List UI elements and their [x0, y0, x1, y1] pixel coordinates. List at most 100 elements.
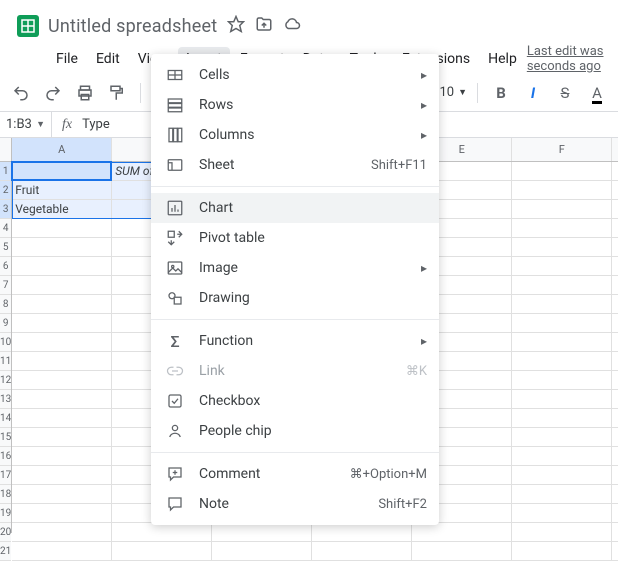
- col-header[interactable]: G: [612, 138, 618, 161]
- cell[interactable]: [612, 466, 618, 485]
- cell[interactable]: [12, 371, 112, 390]
- cell[interactable]: [512, 371, 612, 390]
- select-all-corner[interactable]: [0, 138, 11, 162]
- cell[interactable]: [12, 466, 112, 485]
- cell[interactable]: [12, 542, 112, 561]
- star-icon[interactable]: [227, 15, 245, 37]
- cell[interactable]: [612, 200, 618, 219]
- cell[interactable]: [612, 238, 618, 257]
- cell[interactable]: [612, 314, 618, 333]
- undo-button[interactable]: [8, 80, 34, 106]
- paint-format-button[interactable]: [104, 80, 130, 106]
- row-header[interactable]: 6: [0, 257, 11, 276]
- row-header[interactable]: 14: [0, 409, 11, 428]
- cell[interactable]: Type: [12, 162, 112, 181]
- cell[interactable]: [512, 390, 612, 409]
- cell[interactable]: [212, 542, 312, 561]
- cell[interactable]: [12, 447, 112, 466]
- insert-chart[interactable]: Chart: [151, 193, 439, 223]
- cell[interactable]: [12, 257, 112, 276]
- row-header[interactable]: 7: [0, 276, 11, 295]
- cell[interactable]: [12, 333, 112, 352]
- cell[interactable]: [512, 466, 612, 485]
- insert-sheet[interactable]: Sheet Shift+F11: [151, 150, 439, 180]
- insert-image[interactable]: Image ▸: [151, 253, 439, 283]
- row-header[interactable]: 1: [0, 162, 11, 181]
- fontsize-select[interactable]: 10▼: [439, 85, 467, 100]
- row-header[interactable]: 3: [0, 200, 11, 219]
- row-header[interactable]: 4: [0, 219, 11, 238]
- cell[interactable]: [12, 409, 112, 428]
- insert-function[interactable]: Σ Function ▸: [151, 326, 439, 356]
- col-header[interactable]: A: [12, 138, 112, 161]
- last-edit-link[interactable]: Last edit was seconds ago: [527, 44, 610, 74]
- row-header[interactable]: 11: [0, 352, 11, 371]
- cell[interactable]: [12, 314, 112, 333]
- insert-pivot[interactable]: Pivot table: [151, 223, 439, 253]
- row-header[interactable]: 10: [0, 333, 11, 352]
- cell[interactable]: [512, 276, 612, 295]
- cell[interactable]: [12, 276, 112, 295]
- cell[interactable]: [512, 333, 612, 352]
- cell[interactable]: [612, 542, 618, 561]
- doc-title[interactable]: Untitled spreadsheet: [48, 16, 217, 37]
- row-header[interactable]: 2: [0, 181, 11, 200]
- cloud-status-icon[interactable]: [283, 15, 301, 37]
- cell[interactable]: [12, 485, 112, 504]
- cell[interactable]: [12, 238, 112, 257]
- insert-comment[interactable]: Comment ⌘+Option+M: [151, 459, 439, 489]
- cell[interactable]: [512, 238, 612, 257]
- cell[interactable]: [612, 333, 618, 352]
- menu-file[interactable]: File: [48, 47, 86, 71]
- insert-checkbox[interactable]: Checkbox: [151, 386, 439, 416]
- row-header[interactable]: 17: [0, 466, 11, 485]
- cell[interactable]: [512, 485, 612, 504]
- cell[interactable]: [512, 314, 612, 333]
- bold-button[interactable]: B: [488, 80, 514, 106]
- cell[interactable]: [612, 371, 618, 390]
- cell[interactable]: [612, 181, 618, 200]
- row-header[interactable]: 13: [0, 390, 11, 409]
- name-box[interactable]: 1:B3▼: [0, 112, 52, 137]
- cell[interactable]: [512, 200, 612, 219]
- sheets-logo[interactable]: [8, 13, 48, 39]
- move-icon[interactable]: [255, 15, 273, 37]
- cell[interactable]: [12, 504, 112, 523]
- cell[interactable]: [12, 219, 112, 238]
- cell[interactable]: [512, 181, 612, 200]
- cell[interactable]: [312, 542, 412, 561]
- row-header[interactable]: 15: [0, 428, 11, 447]
- row-header[interactable]: 9: [0, 314, 11, 333]
- cell[interactable]: [12, 428, 112, 447]
- cell[interactable]: [612, 504, 618, 523]
- cell[interactable]: Vegetable: [12, 200, 112, 219]
- cell[interactable]: [612, 428, 618, 447]
- print-button[interactable]: [72, 80, 98, 106]
- formula-bar[interactable]: Type: [82, 117, 110, 132]
- cell[interactable]: [512, 504, 612, 523]
- row-header[interactable]: 18: [0, 485, 11, 504]
- insert-drawing[interactable]: Drawing: [151, 283, 439, 313]
- insert-columns[interactable]: Columns ▸: [151, 120, 439, 150]
- insert-people-chip[interactable]: People chip: [151, 416, 439, 446]
- row-header[interactable]: 5: [0, 238, 11, 257]
- col-header[interactable]: F: [512, 138, 612, 161]
- row-header[interactable]: 12: [0, 371, 11, 390]
- menu-help[interactable]: Help: [480, 47, 525, 71]
- cell[interactable]: [512, 257, 612, 276]
- cell[interactable]: [12, 295, 112, 314]
- cell[interactable]: [512, 295, 612, 314]
- text-color-button[interactable]: A: [584, 80, 610, 106]
- cell[interactable]: [612, 447, 618, 466]
- insert-note[interactable]: Note Shift+F2: [151, 489, 439, 519]
- redo-button[interactable]: [40, 80, 66, 106]
- cell[interactable]: Fruit: [12, 181, 112, 200]
- cell[interactable]: [612, 257, 618, 276]
- cell[interactable]: [612, 352, 618, 371]
- cell[interactable]: [512, 447, 612, 466]
- cell[interactable]: [12, 352, 112, 371]
- cell[interactable]: [612, 276, 618, 295]
- cell[interactable]: [612, 295, 618, 314]
- insert-cells[interactable]: Cells ▸: [151, 60, 439, 90]
- cell[interactable]: [512, 219, 612, 238]
